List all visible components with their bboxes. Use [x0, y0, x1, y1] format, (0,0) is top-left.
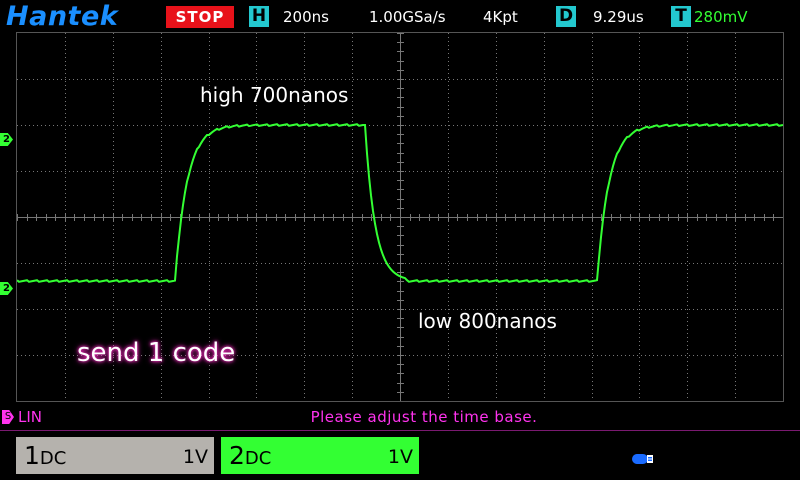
waveform-screen[interactable]: high 700nanos low 800nanos send 1 code — [16, 32, 784, 402]
status-message: Please adjust the time base. — [310, 408, 538, 426]
channel-2-trigger-marker[interactable]: 2 — [0, 133, 13, 146]
horizontal-badge[interactable]: H — [249, 6, 269, 27]
usb-icon — [632, 454, 653, 464]
delay-value[interactable]: 9.29us — [593, 7, 644, 27]
acquire-mode[interactable]: LIN — [18, 408, 42, 426]
send-code-annotation: send 1 code — [77, 338, 236, 368]
channel-1-coupling: DC — [39, 448, 67, 469]
low-annotation: low 800nanos — [418, 309, 557, 333]
channel-1-box[interactable]: 1DC 1V — [16, 437, 214, 474]
channel-1-scale: 1V — [182, 446, 208, 468]
top-bar: Hantek STOP H 200ns 1.00GSa/s 4Kpt D 9.2… — [0, 0, 800, 32]
channel-2-number: 2 — [229, 441, 245, 470]
status-bar: S LIN Please adjust the time base. — [0, 404, 800, 431]
trigger-level-value[interactable]: 280mV — [694, 7, 748, 27]
timebase-value[interactable]: 200ns — [283, 7, 329, 27]
channel-2-coupling: DC — [244, 448, 272, 469]
sample-rate-value: 1.00GSa/s — [369, 8, 446, 26]
memory-depth-value: 4Kpt — [483, 8, 518, 26]
channel-2-scale: 1V — [387, 446, 413, 468]
math-mode-icon: S — [2, 410, 14, 424]
hantek-logo: Hantek — [6, 1, 119, 32]
trigger-badge[interactable]: T — [671, 6, 691, 27]
channel-2-ground-marker[interactable]: 2 — [0, 282, 13, 295]
channel-1-number: 1 — [24, 441, 40, 470]
run-stop-button[interactable]: STOP — [166, 6, 234, 28]
high-annotation: high 700nanos — [200, 83, 349, 107]
delay-badge[interactable]: D — [556, 6, 576, 27]
channel-2-label: 2DC — [229, 442, 271, 473]
channel-2-box[interactable]: 2DC 1V — [221, 437, 419, 474]
channel-1-label: 1DC — [24, 442, 66, 473]
